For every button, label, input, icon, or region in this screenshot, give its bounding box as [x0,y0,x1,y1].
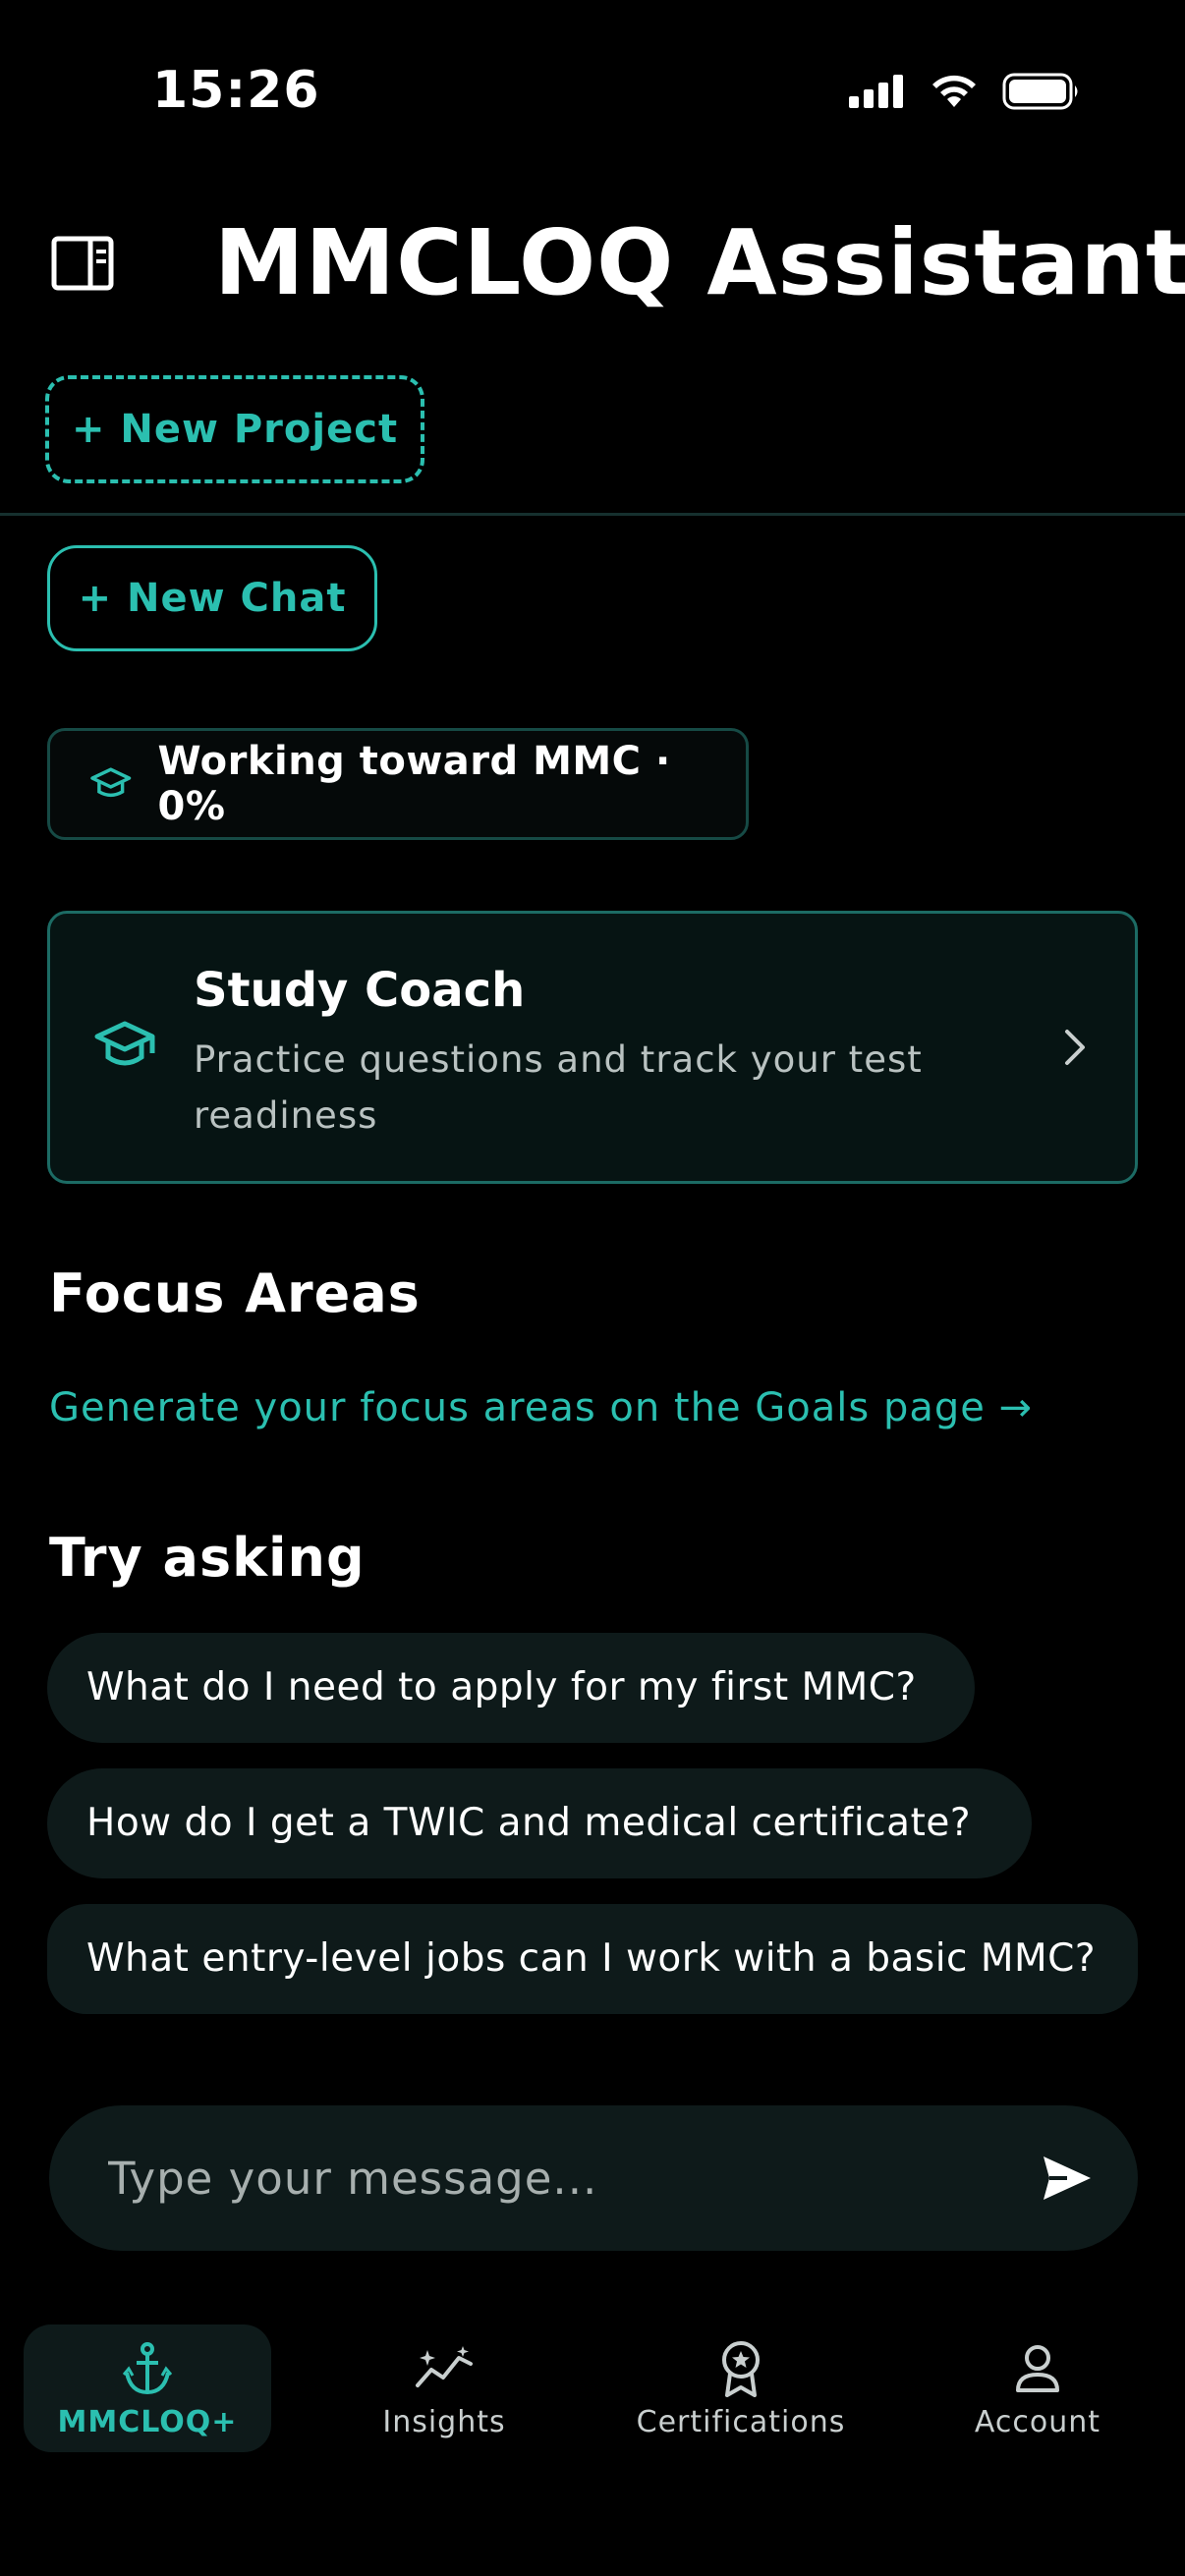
nav-tab-mmcloq[interactable]: MMCLOQ+ [24,2324,271,2452]
sparkle-trend-icon [416,2346,473,2387]
suggestion-chip[interactable]: What do I need to apply for my first MMC… [47,1633,975,1743]
study-coach-description: Practice questions and track your test r… [194,1038,923,1137]
new-project-button[interactable]: + New Project [45,375,424,483]
sidebar-toggle-icon[interactable] [51,236,114,291]
award-ribbon-icon [722,2341,760,2397]
suggestion-chip[interactable]: How do I get a TWIC and medical certific… [47,1768,1032,1878]
graduation-cap-icon [94,1021,155,1066]
signal-icon [849,75,903,108]
nav-tab-insights[interactable]: Insights [346,2324,542,2452]
mmc-progress-badge[interactable]: Working toward MMC · 0% [47,728,749,840]
page-title: MMCLOQ Assistant [214,210,1185,315]
new-chat-button[interactable]: + New Chat [47,545,377,651]
study-coach-title: Study Coach [194,963,526,1018]
message-input[interactable] [108,2105,992,2251]
bottom-nav: MMCLOQ+ Insights Certifications Account [0,2309,1185,2466]
send-icon[interactable] [1042,2155,1093,2202]
focus-areas-heading: Focus Areas [49,1262,421,1324]
graduation-cap-icon [90,767,132,798]
divider [0,513,1185,516]
nav-tab-label: Account [974,2405,1101,2439]
study-coach-card[interactable]: Study Coach Practice questions and track… [47,911,1138,1184]
wifi-icon [932,75,976,107]
chevron-right-icon [1065,1030,1085,1065]
suggestion-chip[interactable]: What entry-level jobs can I work with a … [47,1904,1138,2014]
nav-tab-account[interactable]: Account [939,2324,1136,2452]
assistant-screen: 15:26 MMCLOQ Assistant + New Project + N… [0,0,1185,2576]
nav-tab-label: MMCLOQ+ [57,2405,238,2439]
progress-label: Working toward MMC · 0% [157,739,671,829]
battery-icon [1002,73,1078,110]
nav-tab-label: Insights [382,2405,506,2439]
status-time: 15:26 [152,61,320,120]
status-icons [849,73,1081,110]
goals-page-link[interactable]: Generate your focus areas on the Goals p… [49,1385,1033,1430]
anchor-icon [123,2342,172,2395]
nav-tab-label: Certifications [636,2405,846,2439]
try-asking-heading: Try asking [49,1527,366,1589]
nav-tab-certifications[interactable]: Certifications [617,2324,865,2452]
person-icon [1016,2345,1059,2392]
message-composer [49,2105,1138,2251]
